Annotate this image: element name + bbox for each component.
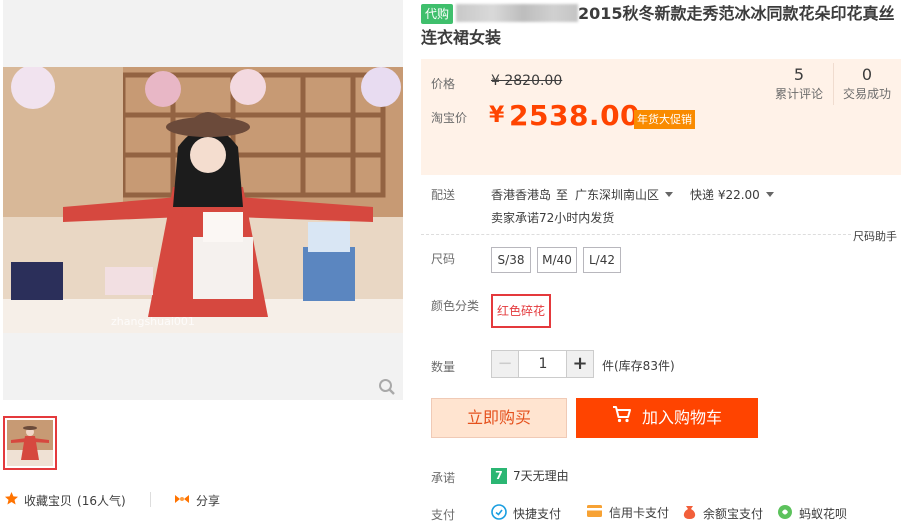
- product-title: 代购 2015秋冬新款走秀范冰冰同款花朵印花真丝连衣裙女装: [421, 2, 901, 50]
- color-label: 颜色分类: [431, 299, 480, 313]
- express-fee: 快递 ¥22.00: [690, 188, 760, 202]
- credit-card-label: 信用卡支付: [609, 506, 670, 520]
- size-helper-link[interactable]: 尺码助手: [853, 228, 897, 244]
- blurred-brand: [456, 4, 579, 22]
- original-price: ¥ 2820.00: [491, 73, 563, 89]
- daigou-tag: 代购: [421, 4, 454, 24]
- ship-promise: 卖家承诺72小时内发货: [491, 211, 615, 225]
- favorite-button[interactable]: 收藏宝贝 (16人气): [4, 492, 126, 508]
- favorite-count: (16人气): [77, 493, 126, 508]
- star-icon: [4, 491, 19, 509]
- size-option-l42[interactable]: L/42: [583, 247, 621, 273]
- size-option-m40[interactable]: M/40: [537, 247, 577, 273]
- payment-label: 支付: [431, 508, 456, 522]
- review-count-label: 累计评论: [774, 87, 823, 101]
- pay-method-yuebao[interactable]: 余额宝支付: [682, 504, 763, 523]
- shipping-label: 配送: [431, 188, 456, 202]
- main-product-image[interactable]: zhangshuai001: [3, 67, 403, 333]
- quantity-input[interactable]: 1: [519, 350, 567, 378]
- price-panel: 价格 ¥ 2820.00 淘宝价 ¥ 2538.00 年货大促销 5 累计评论 …: [421, 59, 901, 175]
- huabei-icon: [777, 504, 793, 523]
- promo-badge[interactable]: 年货大促销: [634, 110, 695, 129]
- promise-label: 承诺: [431, 471, 456, 485]
- quantity-label: 数量: [431, 360, 456, 374]
- quantity-increase-button[interactable]: +: [566, 350, 594, 378]
- current-price: 2538.00: [509, 99, 641, 132]
- quick-pay-icon: [491, 504, 507, 523]
- pay-method-huabei[interactable]: 蚂蚁花呗: [777, 504, 847, 523]
- orig-price-label: 价格: [431, 77, 456, 91]
- share-button[interactable]: 分享: [174, 492, 220, 508]
- buy-now-button[interactable]: 立即购买: [431, 398, 567, 438]
- sales-count: 0 交易成功: [834, 65, 900, 103]
- chevron-down-icon: [665, 192, 674, 197]
- review-count-number: 5: [793, 65, 805, 84]
- currency-symbol: ¥: [489, 103, 505, 128]
- review-count[interactable]: 5 累计评论: [766, 65, 832, 103]
- seven-day-label: 7天无理由: [513, 469, 569, 483]
- share-label: 分享: [196, 493, 221, 508]
- ship-to-word: 至: [556, 188, 569, 202]
- sales-count-number: 0: [861, 65, 873, 84]
- credit-card-icon: [586, 504, 603, 521]
- size-option-s38[interactable]: S/38: [491, 247, 531, 273]
- ship-from: 香港香港岛: [491, 188, 552, 202]
- ship-destination-select[interactable]: 广东深圳南山区: [575, 186, 674, 203]
- stock-info: 件(库存83件): [602, 359, 675, 373]
- chevron-down-icon: [765, 192, 774, 197]
- huabei-label: 蚂蚁花呗: [799, 507, 848, 521]
- share-icon: [174, 493, 190, 508]
- divider: [150, 492, 151, 507]
- yuebao-label: 余额宝支付: [703, 507, 764, 521]
- seven-day-return[interactable]: 7 7天无理由: [491, 467, 569, 484]
- size-label: 尺码: [431, 252, 456, 266]
- thumbnail-1[interactable]: [3, 416, 57, 470]
- quantity-decrease-button[interactable]: −: [491, 350, 519, 378]
- add-to-cart-button[interactable]: 加入购物车: [576, 398, 758, 438]
- color-option-red-floral[interactable]: 红色碎花: [491, 294, 551, 328]
- sales-count-label: 交易成功: [842, 87, 891, 101]
- ship-destination: 广东深圳南山区: [575, 188, 660, 202]
- favorite-label: 收藏宝贝: [24, 493, 73, 508]
- quick-pay-label: 快捷支付: [513, 507, 562, 521]
- divider: [421, 234, 851, 235]
- express-select[interactable]: 快递 ¥22.00: [690, 186, 774, 203]
- pay-method-credit-card[interactable]: 信用卡支付: [586, 504, 669, 521]
- cart-icon: [612, 398, 632, 438]
- svg-text:zhangshuai001: zhangshuai001: [111, 315, 195, 328]
- magnifier-icon[interactable]: [378, 378, 396, 396]
- pay-method-quick[interactable]: 快捷支付: [491, 504, 561, 523]
- seven-day-icon: 7: [491, 467, 507, 484]
- current-price-label: 淘宝价: [431, 111, 468, 125]
- add-to-cart-label: 加入购物车: [641, 408, 722, 427]
- yuebao-icon: [682, 504, 697, 523]
